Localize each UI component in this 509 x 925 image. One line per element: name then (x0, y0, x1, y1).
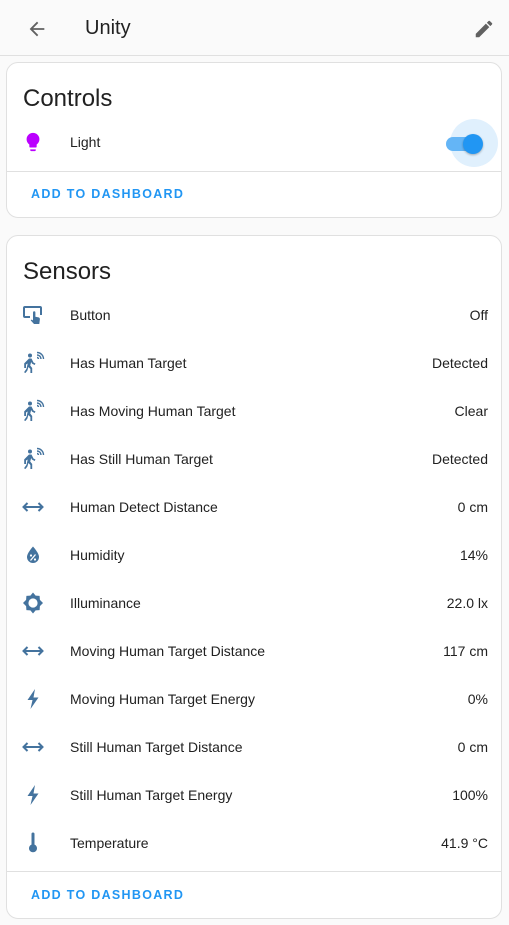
gesture-tap-button-icon (21, 303, 45, 327)
sensor-row-moving-human-target-distance[interactable]: Moving Human Target Distance 117 cm (7, 627, 503, 675)
sensor-label: Moving Human Target Distance (70, 643, 266, 659)
sensor-label: Button (70, 307, 111, 323)
sensor-value: 22.0 lx (446, 595, 488, 611)
pencil-icon (475, 20, 493, 38)
sensor-value: 41.9 °C (441, 835, 488, 851)
sensor-value: 0% (467, 691, 488, 707)
flash-icon (21, 783, 45, 807)
sensors-title: Sensors (23, 258, 112, 285)
sensor-label: Still Human Target Energy (70, 787, 233, 803)
sensor-label: Temperature (70, 835, 149, 851)
top-app-bar: Unity (0, 0, 509, 56)
sensor-label: Has Human Target (70, 355, 187, 371)
sensor-row-still-human-target-energy[interactable]: Still Human Target Energy 100% (7, 771, 503, 819)
sensor-label: Moving Human Target Energy (70, 691, 255, 707)
sensor-value: Clear (454, 403, 488, 419)
sensor-row-moving-human-target-energy[interactable]: Moving Human Target Energy 0% (7, 675, 503, 723)
sensor-value: Detected (431, 355, 488, 371)
sensor-label: Illuminance (70, 595, 141, 611)
sensor-value: 100% (452, 787, 488, 803)
sensor-value: 0 cm (457, 499, 488, 515)
sensor-label: Has Still Human Target (70, 451, 213, 467)
card-divider (7, 171, 501, 172)
sensor-row-still-human-target-distance[interactable]: Still Human Target Distance 0 cm (7, 723, 503, 771)
light-toggle[interactable] (446, 119, 498, 167)
add-to-dashboard-button[interactable]: ADD TO DASHBOARD (31, 187, 184, 201)
sensor-row-has-moving-human-target[interactable]: Has Moving Human Target Clear (7, 387, 503, 435)
sensor-row-has-still-human-target[interactable]: Has Still Human Target Detected (7, 435, 503, 483)
sensor-row-button[interactable]: Button Off (7, 291, 503, 339)
controls-card: Controls Light ADD TO DASHBOARD (6, 62, 502, 218)
sensor-row-illuminance[interactable]: Illuminance 22.0 lx (7, 579, 503, 627)
sensor-label: Human Detect Distance (70, 499, 218, 515)
arrow-left-right-icon (21, 495, 45, 519)
sensors-card: Sensors Button Off Has Human Target Dete… (6, 235, 502, 919)
flash-icon (21, 687, 45, 711)
brightness-icon (21, 591, 45, 615)
back-button[interactable] (22, 14, 52, 44)
sensor-value: 117 cm (443, 643, 488, 659)
thermometer-icon (21, 831, 45, 855)
motion-sensor-icon (21, 399, 45, 423)
add-to-dashboard-button[interactable]: ADD TO DASHBOARD (31, 888, 184, 902)
arrow-left-right-icon (21, 735, 45, 759)
arrow-left-icon (29, 21, 45, 37)
edit-button[interactable] (469, 14, 499, 44)
sensor-row-humidity[interactable]: Humidity 14% (7, 531, 503, 579)
control-label: Light (70, 134, 101, 150)
sensor-label: Has Moving Human Target (70, 403, 236, 419)
motion-sensor-icon (21, 351, 45, 375)
sensor-label: Humidity (70, 547, 125, 563)
water-percent-icon (21, 543, 45, 567)
sensor-label: Still Human Target Distance (70, 739, 243, 755)
sensor-row-human-detect-distance[interactable]: Human Detect Distance 0 cm (7, 483, 503, 531)
lightbulb-icon (21, 130, 45, 154)
page-title: Unity (85, 17, 131, 39)
card-divider (7, 871, 501, 872)
sensor-row-temperature[interactable]: Temperature 41.9 °C (7, 819, 503, 867)
sensor-value: Detected (431, 451, 488, 467)
control-row-light[interactable]: Light (7, 118, 503, 166)
controls-title: Controls (23, 85, 113, 112)
sensor-value: 0 cm (457, 739, 488, 755)
motion-sensor-icon (21, 447, 45, 471)
sensor-row-has-human-target[interactable]: Has Human Target Detected (7, 339, 503, 387)
sensor-value: 14% (459, 547, 488, 563)
arrow-left-right-icon (21, 639, 45, 663)
sensor-value: Off (469, 307, 488, 323)
